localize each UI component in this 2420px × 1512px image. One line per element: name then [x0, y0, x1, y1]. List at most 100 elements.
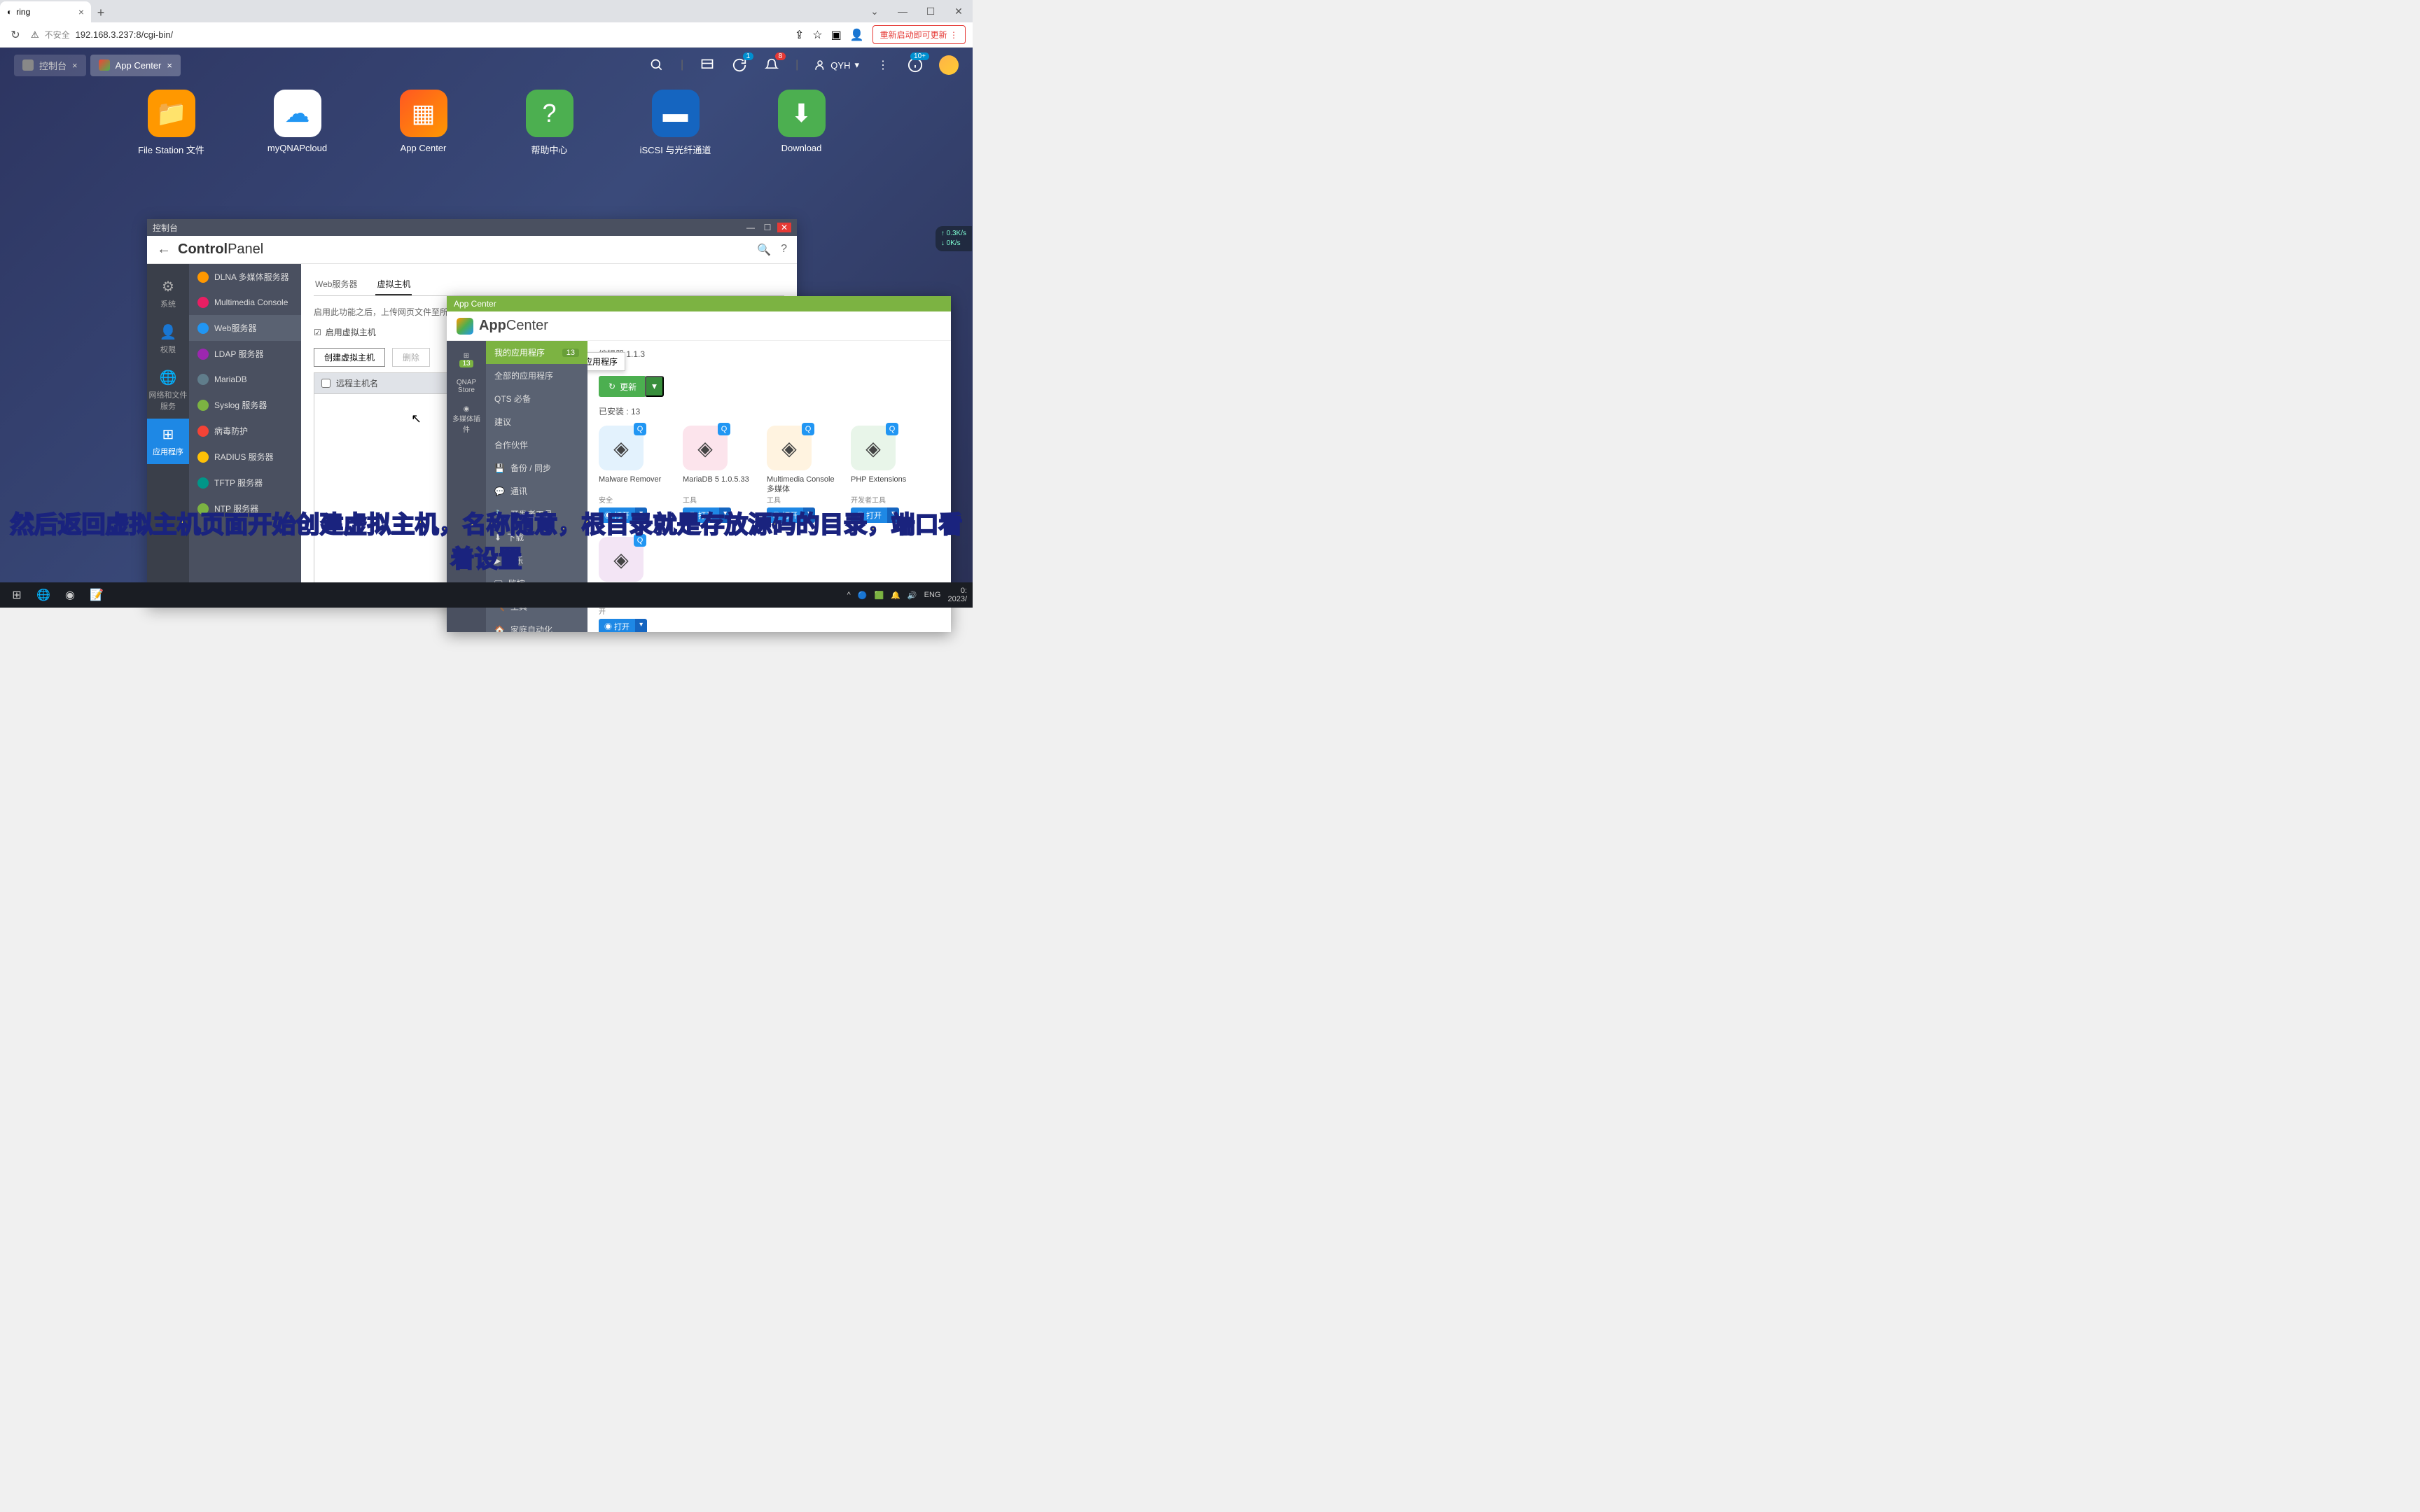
- user-icon: 👤: [147, 323, 189, 341]
- close-icon[interactable]: ✕: [945, 0, 973, 22]
- count-badge: 13: [562, 349, 579, 357]
- share-icon[interactable]: ⇪: [795, 28, 804, 42]
- app-icon: ◈Q: [767, 426, 812, 470]
- reload-icon[interactable]: ↻: [7, 27, 24, 43]
- minimize-icon[interactable]: —: [744, 223, 758, 232]
- folder-icon: 📁: [148, 90, 195, 137]
- open-dropdown[interactable]: ▾: [635, 619, 647, 632]
- sublist-item-syslog[interactable]: Syslog 服务器: [189, 392, 301, 418]
- sidebar-item-qts[interactable]: QTS 必备: [486, 387, 587, 410]
- minimize-icon[interactable]: —: [889, 0, 917, 22]
- chip-icon: ▬: [652, 90, 700, 137]
- maximize-icon[interactable]: ☐: [760, 223, 774, 232]
- tab-vhost[interactable]: 虚拟主机: [375, 274, 412, 295]
- ac-titlebar[interactable]: App Center: [447, 296, 951, 312]
- icon-label: iSCSI 与光纤通道: [640, 143, 711, 156]
- gear-icon: ⚙: [147, 278, 189, 295]
- leftnav-privilege[interactable]: 👤权限: [147, 316, 189, 362]
- extensions-icon[interactable]: ▣: [831, 28, 842, 42]
- tab-webserver[interactable]: Web服务器: [314, 274, 359, 295]
- desktop-icon-iscsi[interactable]: ▬ iSCSI 与光纤通道: [637, 90, 714, 156]
- tab-label: App Center: [116, 60, 162, 71]
- sublist-item-radius[interactable]: RADIUS 服务器: [189, 444, 301, 470]
- more-icon[interactable]: ⋮: [875, 57, 891, 74]
- volume-icon[interactable]: 🔊: [908, 591, 917, 600]
- netspeed-widget: ↑ 0.3K/s ↓ 0K/s: [936, 226, 972, 251]
- sidebar-item-comm[interactable]: 💬通讯: [486, 479, 587, 503]
- chrome-icon[interactable]: ◉: [59, 585, 81, 605]
- sidebar-item-recommend[interactable]: 建议: [486, 410, 587, 433]
- create-vhost-button[interactable]: 创建虚拟主机: [314, 348, 385, 367]
- desktop-icon-appcenter[interactable]: ▦ App Center: [385, 90, 462, 156]
- sidebar-item-myapps[interactable]: 我的应用程序 13: [486, 341, 587, 364]
- star-icon[interactable]: ☆: [812, 28, 822, 42]
- search-icon[interactable]: 🔍: [757, 243, 771, 257]
- browser-tab[interactable]: ◐ ring ×: [0, 1, 91, 22]
- app-center-window: App Center AppCenter ⊞ 13 QNAP Store ◉ 多…: [447, 296, 951, 632]
- tab-favicon: ◐: [7, 7, 12, 17]
- leftnav-apps[interactable]: ⊞应用程序: [147, 419, 189, 464]
- user-menu[interactable]: QYH ▾: [814, 59, 859, 71]
- sidebar-item-backup[interactable]: 💾备份 / 同步: [486, 456, 587, 479]
- lang-label[interactable]: ENG: [924, 591, 941, 599]
- tray-icon[interactable]: 🔔: [891, 591, 900, 600]
- edge-icon[interactable]: 🌐: [32, 585, 55, 605]
- new-tab-button[interactable]: +: [91, 3, 111, 22]
- desktop-icon-myqnapcloud[interactable]: ☁ myQNAPcloud: [259, 90, 336, 156]
- profile-icon[interactable]: 👤: [850, 28, 864, 42]
- clock-time[interactable]: 0:: [947, 587, 967, 595]
- notepad-icon[interactable]: 📝: [85, 585, 108, 605]
- ac-leftbar-myapps[interactable]: ⊞ 13: [447, 346, 486, 373]
- sidebar-item-home[interactable]: 🏠家庭自动化: [486, 618, 587, 632]
- open-button[interactable]: ◉ 打开: [599, 619, 635, 632]
- sidebar-item-allapps[interactable]: 全部的应用程序: [486, 364, 587, 387]
- chevron-down-icon[interactable]: ⌄: [861, 0, 889, 22]
- qnap-tab-control-panel[interactable]: 控制台 ×: [14, 55, 86, 76]
- start-icon[interactable]: ⊞: [6, 585, 28, 605]
- cp-titlebar[interactable]: 控制台 — ☐ ✕: [147, 219, 797, 236]
- bell-icon[interactable]: 8: [763, 57, 780, 74]
- sublist-item-ldap[interactable]: LDAP 服务器: [189, 341, 301, 367]
- delete-button[interactable]: 删除: [392, 348, 430, 367]
- sublist-item-webserver[interactable]: Web服务器: [189, 315, 301, 341]
- update-button[interactable]: 重新启动即可更新 ⋮: [872, 25, 966, 44]
- leftnav-network[interactable]: 🌐网络和文件服务: [147, 362, 189, 419]
- qnap-tab-app-center[interactable]: App Center ×: [90, 55, 181, 76]
- close-icon[interactable]: ✕: [777, 223, 791, 232]
- tray-icon[interactable]: 🟩: [875, 591, 884, 600]
- app-name: MariaDB 5 1.0.5.33: [683, 475, 753, 494]
- sublist-item-dlna[interactable]: DLNA 多媒体服务器: [189, 264, 301, 290]
- search-icon[interactable]: [648, 57, 665, 74]
- update-button[interactable]: ↻ 更新: [599, 376, 646, 397]
- checkbox-icon: ☑: [314, 328, 321, 337]
- maximize-icon[interactable]: ☐: [917, 0, 945, 22]
- desktop-icon-filestation[interactable]: 📁 File Station 文件: [133, 90, 210, 156]
- tray-icon[interactable]: 🔵: [858, 591, 868, 600]
- app-name: Multimedia Console 多媒体: [767, 475, 837, 494]
- tray-chevron-icon[interactable]: ^: [847, 591, 851, 599]
- back-icon[interactable]: ←: [157, 241, 171, 258]
- sidebar-item-partner[interactable]: 合作伙伴: [486, 433, 587, 456]
- sublist-item-antivirus[interactable]: 病毒防护: [189, 418, 301, 444]
- url-box[interactable]: ⚠ 不安全 192.168.3.237:8/cgi-bin/: [31, 29, 788, 41]
- sublist-item-multimedia[interactable]: Multimedia Console: [189, 290, 301, 315]
- sublist-item-mariadb[interactable]: MariaDB: [189, 367, 301, 392]
- avatar[interactable]: [939, 55, 959, 75]
- close-icon[interactable]: ×: [72, 60, 78, 71]
- desktop-icon-download[interactable]: ⬇ Download: [763, 90, 840, 156]
- warning-icon: ⚠: [31, 29, 39, 41]
- ac-leftbar-media[interactable]: ◉ 多媒体插件: [447, 400, 486, 440]
- help-icon[interactable]: ?: [781, 243, 787, 257]
- desktop-icon-help[interactable]: ? 帮助中心: [511, 90, 588, 156]
- sync-icon[interactable]: 1: [731, 57, 748, 74]
- sublist-item-tftp[interactable]: TFTP 服务器: [189, 470, 301, 496]
- ac-leftbar-qnapstore[interactable]: QNAP Store: [447, 373, 486, 400]
- checkbox-label: 启用虚拟主机: [326, 326, 376, 338]
- close-icon[interactable]: ×: [167, 60, 172, 71]
- close-icon[interactable]: ×: [78, 6, 84, 18]
- select-all-checkbox[interactable]: [321, 379, 331, 388]
- dashboard-icon[interactable]: [699, 57, 716, 74]
- update-dropdown[interactable]: ▾: [645, 376, 664, 397]
- leftnav-system[interactable]: ⚙系统: [147, 271, 189, 316]
- info-icon[interactable]: 10+: [907, 57, 924, 74]
